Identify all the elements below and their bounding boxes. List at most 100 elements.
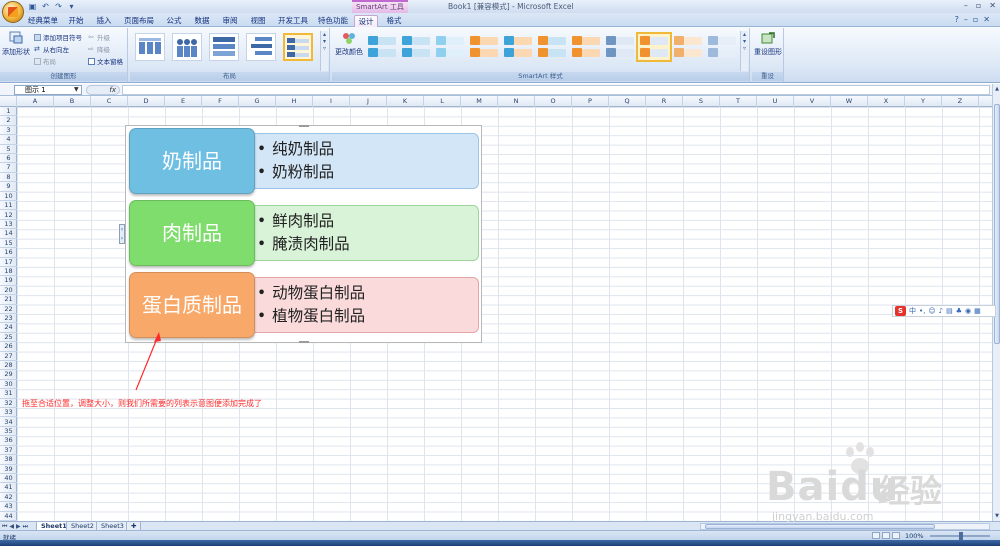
- layout-option-3[interactable]: [209, 33, 239, 61]
- layouts-gallery-scroll[interactable]: ▴ ▾ ▿: [320, 31, 328, 71]
- styles-gallery-scroll[interactable]: ▴ ▾ ▿: [740, 31, 748, 71]
- row-header[interactable]: 25: [0, 333, 17, 343]
- demote-button[interactable]: ⇨ 降级: [88, 44, 110, 54]
- row-header[interactable]: 31: [0, 389, 17, 399]
- row-header[interactable]: 36: [0, 436, 17, 446]
- smartart-style-option[interactable]: [400, 34, 432, 60]
- skin-icon[interactable]: ♣: [956, 306, 962, 316]
- smartart-bullet-item[interactable]: 奶粉制品: [257, 161, 478, 184]
- change-colors-button[interactable]: 更改颜色: [335, 31, 363, 57]
- row-header[interactable]: 28: [0, 361, 17, 371]
- layout-option-4[interactable]: [246, 33, 276, 61]
- horizontal-scrollbar[interactable]: [700, 523, 990, 530]
- column-header[interactable]: Y: [905, 96, 942, 107]
- smartart-style-option[interactable]: [570, 34, 602, 60]
- smartart-row[interactable]: 动物蛋白制品植物蛋白制品蛋白质制品: [129, 272, 479, 338]
- column-header[interactable]: C: [91, 96, 128, 107]
- row-header[interactable]: 37: [0, 446, 17, 456]
- row-header[interactable]: 30: [0, 380, 17, 390]
- select-all-corner[interactable]: [0, 96, 17, 107]
- name-box-dropdown-icon[interactable]: ▼: [74, 86, 79, 93]
- tab-review[interactable]: 审阅: [218, 15, 242, 27]
- smartart-style-option[interactable]: [434, 34, 466, 60]
- row-header[interactable]: 3: [0, 126, 17, 136]
- column-header[interactable]: L: [424, 96, 461, 107]
- column-header[interactable]: Q: [609, 96, 646, 107]
- column-header[interactable]: Z: [942, 96, 979, 107]
- smartart-bullet-item[interactable]: 鲜肉制品: [257, 210, 478, 233]
- row-header[interactable]: 21: [0, 295, 17, 305]
- redo-icon[interactable]: ↷: [54, 2, 63, 11]
- column-header[interactable]: I: [313, 96, 350, 107]
- toolbox-icon[interactable]: ▦: [974, 306, 981, 316]
- tab-formulas[interactable]: 公式: [162, 15, 186, 27]
- tab-page-layout[interactable]: 页面布局: [120, 15, 158, 27]
- row-header[interactable]: 40: [0, 474, 17, 484]
- column-header[interactable]: W: [831, 96, 868, 107]
- zoom-slider-knob[interactable]: [959, 532, 963, 540]
- row-header[interactable]: 7: [0, 163, 17, 173]
- column-header[interactable]: V: [794, 96, 831, 107]
- tab-insert[interactable]: 插入: [92, 15, 116, 27]
- row-header[interactable]: 13: [0, 220, 17, 230]
- reset-graphic-button[interactable]: 重设图形: [754, 31, 782, 57]
- resize-handle-bottom[interactable]: [299, 341, 309, 343]
- row-header[interactable]: 43: [0, 502, 17, 512]
- ime-mode-label[interactable]: 中: [909, 306, 916, 316]
- smartart-heading-box[interactable]: 奶制品: [129, 128, 255, 194]
- add-shape-button[interactable]: 添加形状: [2, 31, 30, 57]
- smartart-bullet-item[interactable]: 纯奶制品: [257, 138, 478, 161]
- row-header[interactable]: 39: [0, 465, 17, 474]
- row-header[interactable]: 29: [0, 370, 17, 380]
- ribbon-minimize-icon[interactable]: –: [964, 15, 968, 24]
- tab-format[interactable]: 格式: [382, 15, 406, 27]
- column-header[interactable]: U: [757, 96, 794, 107]
- row-header[interactable]: 5: [0, 145, 17, 155]
- column-header[interactable]: T: [720, 96, 757, 107]
- row-header[interactable]: 2: [0, 116, 17, 126]
- page-break-view-icon[interactable]: [892, 532, 900, 539]
- row-header[interactable]: 1: [0, 107, 17, 117]
- tab-data[interactable]: 数据: [190, 15, 214, 27]
- row-header[interactable]: 38: [0, 455, 17, 465]
- undo-icon[interactable]: ↶: [41, 2, 50, 11]
- column-header[interactable]: J: [350, 96, 387, 107]
- tab-view[interactable]: 视图: [246, 15, 270, 27]
- column-header[interactable]: B: [54, 96, 91, 107]
- page-layout-view-icon[interactable]: [882, 532, 890, 539]
- minimize-button[interactable]: –: [964, 1, 968, 11]
- zoom-level[interactable]: 100%: [905, 532, 924, 540]
- help-icon[interactable]: ?: [955, 15, 959, 24]
- formula-input[interactable]: [122, 85, 990, 95]
- column-header[interactable]: G: [239, 96, 276, 107]
- row-header[interactable]: 24: [0, 323, 17, 333]
- row-header[interactable]: 15: [0, 239, 17, 249]
- text-pane-toggle[interactable]: ‹ ›: [119, 224, 125, 244]
- column-header[interactable]: P: [572, 96, 609, 107]
- smartart-detail-box[interactable]: 纯奶制品奶粉制品: [249, 133, 479, 189]
- column-header[interactable]: K: [387, 96, 424, 107]
- row-header[interactable]: 16: [0, 248, 17, 258]
- column-header[interactable]: A: [17, 96, 54, 107]
- layout-option-2[interactable]: [172, 33, 202, 61]
- row-header[interactable]: 20: [0, 286, 17, 296]
- row-header[interactable]: 32: [0, 399, 17, 409]
- row-header[interactable]: 22: [0, 305, 17, 314]
- smartart-style-option[interactable]: [366, 34, 398, 60]
- column-header[interactable]: F: [202, 96, 239, 107]
- row-header[interactable]: 18: [0, 267, 17, 277]
- column-header[interactable]: S: [683, 96, 720, 107]
- smartart-style-option[interactable]: [604, 34, 636, 60]
- add-bullet-button[interactable]: 添加项目符号: [34, 32, 82, 42]
- name-box[interactable]: 图示 1: [14, 85, 82, 95]
- horizontal-scroll-thumb[interactable]: [705, 524, 935, 529]
- close-button[interactable]: ✕: [989, 1, 996, 11]
- tab-classic-menu[interactable]: 经典菜单: [26, 15, 60, 27]
- smartart-heading-box[interactable]: 肉制品: [129, 200, 255, 266]
- column-header[interactable]: D: [128, 96, 165, 107]
- smartart-bullet-item[interactable]: 植物蛋白制品: [257, 305, 478, 328]
- row-header[interactable]: 11: [0, 201, 17, 211]
- text-pane-button[interactable]: 文本窗格: [88, 56, 123, 66]
- column-header[interactable]: R: [646, 96, 683, 107]
- vertical-scrollbar[interactable]: ▲ ▼: [992, 84, 1000, 521]
